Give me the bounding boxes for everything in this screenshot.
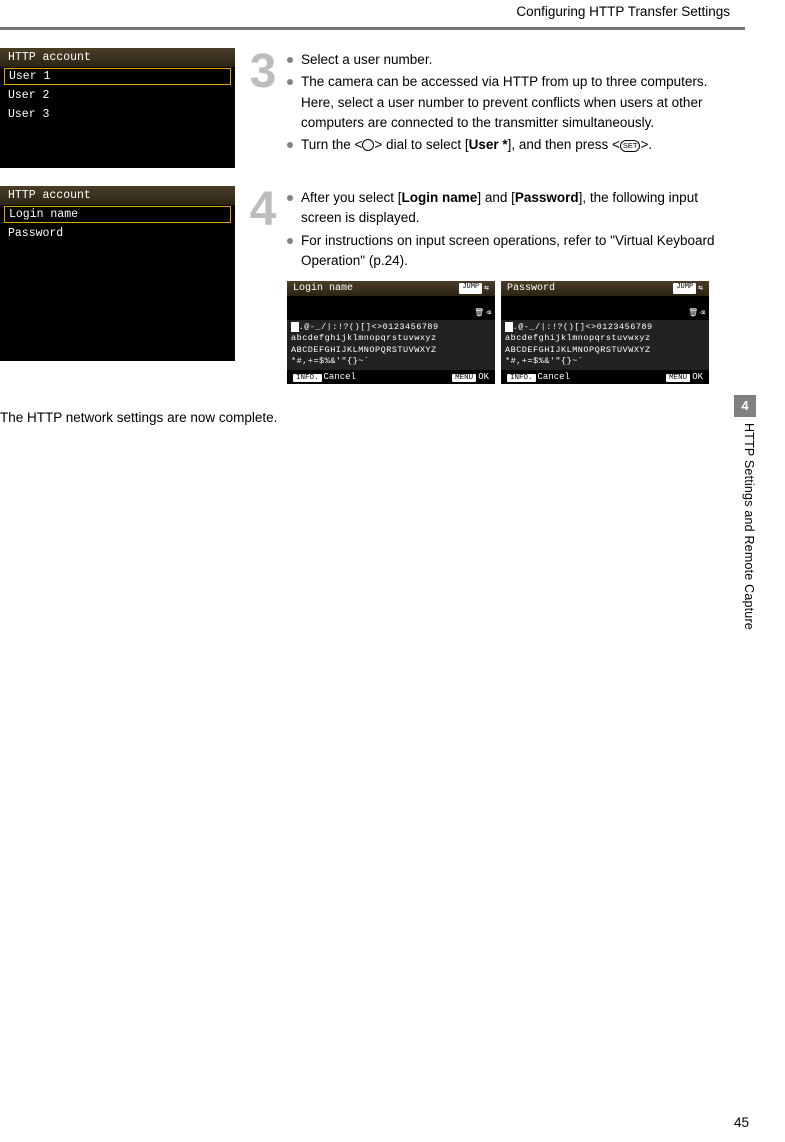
completion-text: The HTTP network settings are now comple…	[0, 410, 730, 425]
cancel-label: Cancel	[538, 372, 570, 382]
vk-footer: INFO.Cancel MENUOK	[501, 370, 709, 384]
step-3-text: Select a user number. The camera can be …	[287, 48, 730, 157]
vk-titlebar: Login name JUMP⇆	[287, 281, 495, 296]
text: Turn the <	[301, 137, 362, 152]
info-badge: INFO.	[507, 374, 536, 382]
vk-line4: *#,+=$%&'"{}~`	[505, 356, 705, 367]
step3-bullet-2: The camera can be accessed via HTTP from…	[287, 72, 730, 133]
text: ], and then press <	[508, 137, 620, 152]
vk-chars: .@-_/|:!?()[]<>0123456789 abcdefghijklmn…	[287, 320, 495, 370]
screenshot-titlebar: HTTP account	[0, 48, 235, 67]
page-header-title: Configuring HTTP Transfer Settings	[0, 0, 785, 19]
screenshot-row-selected: User 1	[4, 68, 231, 85]
vk-line1: .@-_/|:!?()[]<>0123456789	[513, 322, 653, 332]
vk-footer: INFO.Cancel MENUOK	[287, 370, 495, 384]
vk-titlebar: Password JUMP⇆	[501, 281, 709, 296]
screenshot-row-selected: Login name	[4, 206, 231, 223]
delete-icon: 🗑	[474, 308, 484, 318]
menu-badge: MENU	[452, 374, 476, 382]
screenshot-row: User 3	[0, 105, 235, 124]
password-bold: Password	[515, 190, 579, 205]
screenshot-http-account-users: HTTP account User 1 User 2 User 3	[0, 48, 235, 168]
vk-highlight	[291, 322, 299, 332]
page-number: 45	[734, 1115, 749, 1130]
chapter-title-vertical: HTTP Settings and Remote Capture	[734, 423, 756, 630]
ok-label: OK	[478, 372, 489, 382]
virtual-keyboard-pair: Login name JUMP⇆ 🗑⌫ .@-_/|:!?()[]<>01234…	[287, 281, 730, 384]
vk-line2: abcdefghijklmnopqrstuvwxyz	[291, 333, 491, 344]
vk-highlight	[505, 322, 513, 332]
text: >.	[640, 137, 652, 152]
step-3-row: HTTP account User 1 User 2 User 3 3 Sele…	[0, 48, 730, 168]
vk-title: Password	[507, 283, 555, 294]
header-rule	[0, 27, 745, 30]
delete-icon: 🗑	[688, 308, 698, 318]
text: After you select [	[301, 190, 402, 205]
set-icon: SET	[620, 140, 641, 152]
login-bold: Login name	[402, 190, 478, 205]
dial-icon	[362, 139, 374, 151]
chapter-number-tab: 4	[734, 395, 756, 417]
vk-input-area: 🗑⌫	[501, 296, 709, 320]
info-badge: INFO.	[293, 374, 322, 382]
step-4-row: HTTP account Login name Password 4 After…	[0, 186, 730, 384]
swap-icon: ⇆	[698, 283, 703, 294]
step3-bullet-1: Select a user number.	[287, 50, 730, 70]
menu-badge: MENU	[666, 374, 690, 382]
side-tab: 4 HTTP Settings and Remote Capture	[734, 395, 756, 737]
step4-bullet-1: After you select [Login name] and [Passw…	[287, 188, 730, 229]
main-content: HTTP account User 1 User 2 User 3 3 Sele…	[0, 48, 785, 425]
back-icon: ⌫	[486, 308, 491, 318]
vk-title-right: JUMP⇆	[459, 283, 489, 294]
vk-chars: .@-_/|:!?()[]<>0123456789 abcdefghijklmn…	[501, 320, 709, 370]
text: ] and [	[477, 190, 515, 205]
vk-input-area: 🗑⌫	[287, 296, 495, 320]
vk-line3: ABCDEFGHIJKLMNOPQRSTUVWXYZ	[505, 345, 705, 356]
screenshot-http-account-login: HTTP account Login name Password	[0, 186, 235, 361]
vk-line2: abcdefghijklmnopqrstuvwxyz	[505, 333, 705, 344]
back-icon: ⌫	[700, 308, 705, 318]
vk-line1: .@-_/|:!?()[]<>0123456789	[299, 322, 439, 332]
step-4-text: After you select [Login name] and [Passw…	[287, 186, 730, 384]
screenshot-titlebar: HTTP account	[0, 186, 235, 205]
ok-label: OK	[692, 372, 703, 382]
jump-badge: JUMP	[673, 283, 696, 294]
cancel-label: Cancel	[324, 372, 356, 382]
vk-login: Login name JUMP⇆ 🗑⌫ .@-_/|:!?()[]<>01234…	[287, 281, 495, 384]
step-number-3: 3	[245, 48, 281, 96]
vk-title-right: JUMP⇆	[673, 283, 703, 294]
vk-password: Password JUMP⇆ 🗑⌫ .@-_/|:!?()[]<>0123456…	[501, 281, 709, 384]
screenshot-row: Password	[0, 224, 235, 243]
step3-bullet-3: Turn the < > dial to select [User *], and…	[287, 135, 730, 155]
step-number-4: 4	[245, 186, 281, 234]
jump-badge: JUMP	[459, 283, 482, 294]
user-bold: User *	[469, 137, 508, 152]
screenshot-row: User 2	[0, 86, 235, 105]
step4-bullet-2: For instructions on input screen operati…	[287, 231, 730, 272]
vk-title: Login name	[293, 283, 353, 294]
text: > dial to select [	[374, 137, 468, 152]
vk-line3: ABCDEFGHIJKLMNOPQRSTUVWXYZ	[291, 345, 491, 356]
vk-line4: *#,+=$%&'"{}~`	[291, 356, 491, 367]
swap-icon: ⇆	[484, 283, 489, 294]
